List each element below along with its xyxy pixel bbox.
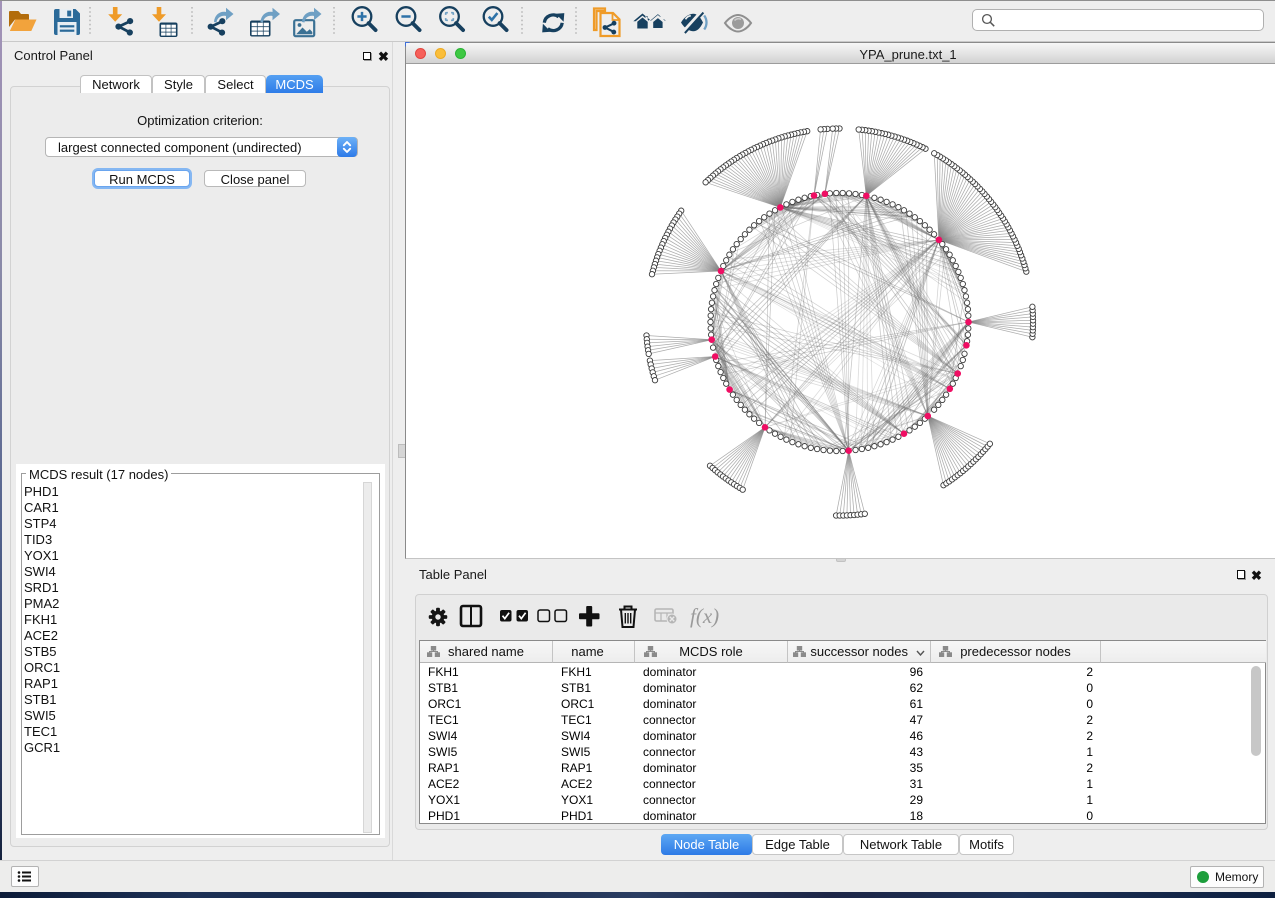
svg-text:f(x): f(x) (690, 604, 719, 628)
svg-text:Memory: Memory (1215, 870, 1258, 884)
